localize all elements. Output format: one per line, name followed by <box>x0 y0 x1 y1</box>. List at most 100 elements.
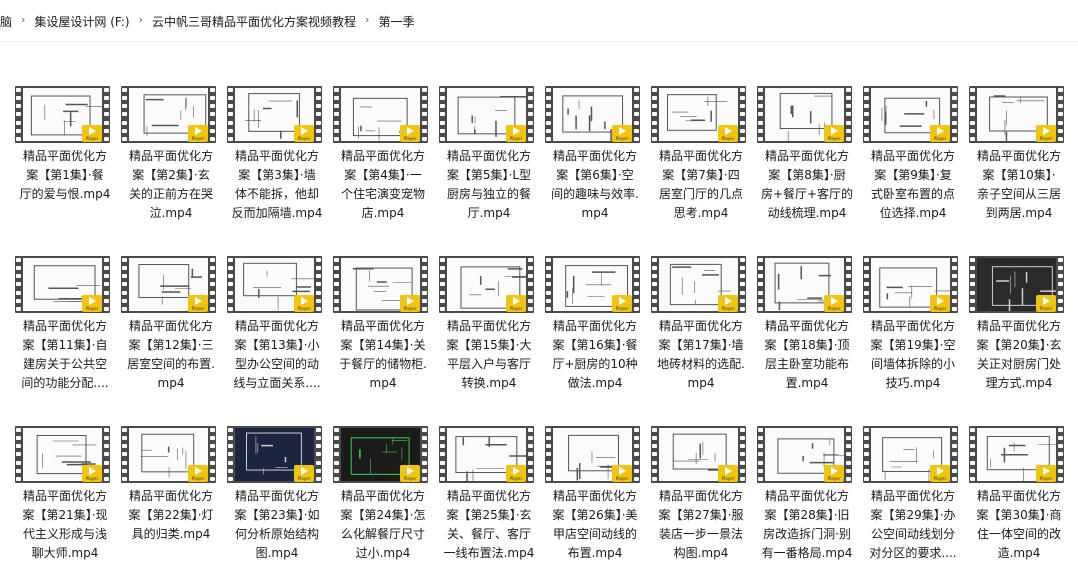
player-badge-icon: Player <box>400 465 420 482</box>
play-icon <box>724 467 732 475</box>
video-thumbnail[interactable]: Player <box>863 86 958 143</box>
video-thumbnail[interactable]: Player <box>15 426 110 483</box>
file-name-line: 精品平面优化方 <box>552 489 637 503</box>
video-thumbnail[interactable]: Player <box>333 256 428 313</box>
play-icon <box>512 297 520 305</box>
file-name-line: 式卧室布置的点 <box>870 187 955 201</box>
play-icon <box>512 467 520 475</box>
video-thumbnail[interactable]: Player <box>969 426 1064 483</box>
video-thumbnail[interactable]: Player <box>969 86 1064 143</box>
player-badge-label: Player <box>297 306 311 311</box>
video-thumbnail[interactable]: Player <box>651 256 746 313</box>
file-name-line: 精品平面优化方 <box>870 489 955 503</box>
film-strip-icon <box>969 258 976 311</box>
film-strip-icon <box>863 88 870 141</box>
play-icon <box>194 297 202 305</box>
player-badge-label: Player <box>297 476 311 481</box>
film-strip-icon <box>15 88 22 141</box>
video-thumbnail[interactable]: Player <box>227 86 322 143</box>
file-name-label: 精品平面优化方 案【第10集】· 亲子空间从三居 到两居.mp4 <box>964 147 1074 223</box>
play-icon <box>406 467 414 475</box>
player-badge-label: Player <box>827 306 841 311</box>
video-thumbnail[interactable]: Player <box>651 86 746 143</box>
file-name-line: 装店一步一景法 <box>658 527 743 541</box>
player-badge-icon: Player <box>612 125 632 142</box>
player-badge-icon: Player <box>82 465 102 482</box>
file-name-label: 精品平面优化方 案【第19集】·空 间墙体拆除的小 技巧.mp4 <box>858 317 968 393</box>
video-thumbnail[interactable]: Player <box>863 256 958 313</box>
video-thumbnail[interactable]: Player <box>545 86 640 143</box>
player-badge-label: Player <box>85 306 99 311</box>
plan-outline <box>248 93 300 132</box>
player-badge-icon: Player <box>718 295 738 312</box>
play-icon <box>724 127 732 135</box>
film-strip-icon <box>757 258 764 311</box>
play-icon <box>830 297 838 305</box>
film-strip-icon <box>651 428 658 481</box>
player-badge-label: Player <box>721 306 735 311</box>
file-name-line: 建房关于公共空 <box>22 357 107 371</box>
file-name-line: 精品平面优化方 <box>446 319 531 333</box>
video-thumbnail[interactable]: Player <box>545 256 640 313</box>
player-badge-icon: Player <box>824 125 844 142</box>
play-icon <box>194 467 202 475</box>
player-badge-label: Player <box>191 136 205 141</box>
video-thumbnail[interactable]: Player <box>863 426 958 483</box>
file-name-line: 造.mp4 <box>997 546 1041 560</box>
file-name-line: 精品平面优化方 <box>234 149 319 163</box>
file-name-line: 精品平面优化方 <box>234 489 319 503</box>
video-thumbnail[interactable]: Player <box>439 86 534 143</box>
video-thumbnail[interactable]: Player <box>121 86 216 143</box>
film-strip-icon <box>333 428 340 481</box>
player-badge-label: Player <box>615 136 629 141</box>
video-thumbnail[interactable]: Player <box>757 256 852 313</box>
player-badge-icon: Player <box>188 465 208 482</box>
file-name-label: 精品平面优化方 案【第4集】·一 个住宅演变宠物 店.mp4 <box>328 147 438 223</box>
player-badge-icon: Player <box>188 295 208 312</box>
video-thumbnail[interactable]: Player <box>333 426 428 483</box>
file-name-line: 何分析原始结构 <box>234 527 319 541</box>
file-name-label: 精品平面优化方 案【第25集】·玄 关、餐厅、客厅 一线布置法.mp4 <box>434 487 544 563</box>
video-thumbnail[interactable]: Player <box>121 256 216 313</box>
file-name-line: 店.mp4 <box>361 206 405 220</box>
video-thumbnail[interactable]: Player <box>333 86 428 143</box>
file-name-line: 厅.mp4 <box>467 206 511 220</box>
play-icon <box>830 467 838 475</box>
film-strip-icon <box>209 88 216 141</box>
play-icon <box>300 297 308 305</box>
play-icon <box>830 127 838 135</box>
video-thumbnail[interactable]: Player <box>227 426 322 483</box>
file-name-line: 案【第10集】· <box>982 168 1056 182</box>
file-name-line: 层主卧室功能布 <box>764 357 849 371</box>
file-name-line: 关的正前方在哭 <box>128 187 213 201</box>
file-name-line: 居室门厅的几点 <box>658 187 743 201</box>
film-strip-icon <box>757 88 764 141</box>
film-strip-icon <box>845 428 852 481</box>
video-thumbnail[interactable]: Player <box>121 426 216 483</box>
video-thumbnail[interactable]: Player <box>227 256 322 313</box>
video-thumbnail[interactable]: Player <box>15 86 110 143</box>
file-name-line: 案【第12集】·三 <box>128 338 214 352</box>
file-name-line: 精品平面优化方 <box>870 149 955 163</box>
video-thumbnail[interactable]: Player <box>15 256 110 313</box>
video-thumbnail[interactable]: Player <box>757 86 852 143</box>
video-thumbnail[interactable]: Player <box>757 426 852 483</box>
plan-outline <box>245 432 302 471</box>
video-thumbnail[interactable]: Player <box>651 426 746 483</box>
player-badge-icon: Player <box>718 125 738 142</box>
file-name-line: 关正对厨房门处 <box>976 357 1061 371</box>
file-name-line: 案【第3集】·墙 <box>238 168 316 182</box>
video-thumbnail[interactable]: Player <box>439 426 534 483</box>
film-strip-icon <box>951 428 958 481</box>
file-name-label: 精品平面优化方 案【第27集】·服 装店一步一景法 构图.mp4 <box>646 487 756 563</box>
file-name-line: 精品平面优化方 <box>552 319 637 333</box>
player-badge-label: Player <box>85 136 99 141</box>
film-strip-icon <box>739 88 746 141</box>
file-name-line: 精品平面优化方 <box>764 149 849 163</box>
video-thumbnail[interactable]: Player <box>545 426 640 483</box>
film-strip-icon <box>15 428 22 481</box>
video-thumbnail[interactable]: Player <box>439 256 534 313</box>
play-icon <box>936 127 944 135</box>
video-thumbnail[interactable]: Player <box>969 256 1064 313</box>
file-name-line: 精品平面优化方 <box>764 489 849 503</box>
